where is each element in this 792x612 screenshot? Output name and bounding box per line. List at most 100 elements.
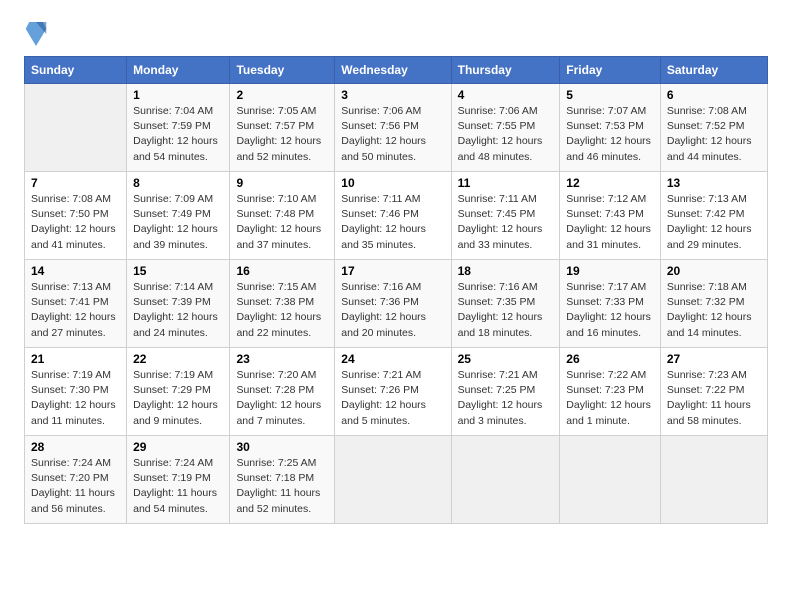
calendar-cell: 18 Sunrise: 7:16 AM Sunset: 7:35 PM Dayl… — [451, 260, 560, 348]
cell-info: Sunrise: 7:14 AM Sunset: 7:39 PM Dayligh… — [133, 280, 223, 341]
sunset-text: Sunset: 7:43 PM — [566, 207, 654, 222]
calendar-cell: 8 Sunrise: 7:09 AM Sunset: 7:49 PM Dayli… — [127, 172, 230, 260]
day-number: 27 — [667, 352, 761, 366]
daylight-text: Daylight: 12 hours and 3 minutes. — [458, 398, 554, 428]
cell-info: Sunrise: 7:22 AM Sunset: 7:23 PM Dayligh… — [566, 368, 654, 429]
daylight-text: Daylight: 12 hours and 14 minutes. — [667, 310, 761, 340]
cell-info: Sunrise: 7:15 AM Sunset: 7:38 PM Dayligh… — [236, 280, 328, 341]
daylight-text: Daylight: 11 hours and 52 minutes. — [236, 486, 328, 516]
calendar-cell: 19 Sunrise: 7:17 AM Sunset: 7:33 PM Dayl… — [560, 260, 661, 348]
day-number: 9 — [236, 176, 328, 190]
daylight-text: Daylight: 12 hours and 7 minutes. — [236, 398, 328, 428]
sunrise-text: Sunrise: 7:18 AM — [667, 280, 761, 295]
calendar-cell: 3 Sunrise: 7:06 AM Sunset: 7:56 PM Dayli… — [335, 84, 451, 172]
sunset-text: Sunset: 7:20 PM — [31, 471, 120, 486]
sunset-text: Sunset: 7:42 PM — [667, 207, 761, 222]
daylight-text: Daylight: 12 hours and 22 minutes. — [236, 310, 328, 340]
calendar-cell: 7 Sunrise: 7:08 AM Sunset: 7:50 PM Dayli… — [25, 172, 127, 260]
calendar-cell: 17 Sunrise: 7:16 AM Sunset: 7:36 PM Dayl… — [335, 260, 451, 348]
sunset-text: Sunset: 7:29 PM — [133, 383, 223, 398]
sunset-text: Sunset: 7:26 PM — [341, 383, 444, 398]
sunrise-text: Sunrise: 7:08 AM — [31, 192, 120, 207]
day-number: 4 — [458, 88, 554, 102]
daylight-text: Daylight: 12 hours and 39 minutes. — [133, 222, 223, 252]
sunrise-text: Sunrise: 7:21 AM — [341, 368, 444, 383]
calendar-week-row: 21 Sunrise: 7:19 AM Sunset: 7:30 PM Dayl… — [25, 348, 768, 436]
day-number: 25 — [458, 352, 554, 366]
sunset-text: Sunset: 7:48 PM — [236, 207, 328, 222]
cell-info: Sunrise: 7:23 AM Sunset: 7:22 PM Dayligh… — [667, 368, 761, 429]
daylight-text: Daylight: 12 hours and 11 minutes. — [31, 398, 120, 428]
day-number: 21 — [31, 352, 120, 366]
day-number: 26 — [566, 352, 654, 366]
sunrise-text: Sunrise: 7:13 AM — [31, 280, 120, 295]
calendar-cell — [451, 436, 560, 524]
calendar-cell: 12 Sunrise: 7:12 AM Sunset: 7:43 PM Dayl… — [560, 172, 661, 260]
day-number: 17 — [341, 264, 444, 278]
day-number: 22 — [133, 352, 223, 366]
sunrise-text: Sunrise: 7:14 AM — [133, 280, 223, 295]
day-number: 1 — [133, 88, 223, 102]
sunrise-text: Sunrise: 7:10 AM — [236, 192, 328, 207]
sunrise-text: Sunrise: 7:06 AM — [458, 104, 554, 119]
calendar-cell: 13 Sunrise: 7:13 AM Sunset: 7:42 PM Dayl… — [660, 172, 767, 260]
calendar-header-tuesday: Tuesday — [230, 57, 335, 84]
day-number: 16 — [236, 264, 328, 278]
cell-info: Sunrise: 7:13 AM Sunset: 7:41 PM Dayligh… — [31, 280, 120, 341]
day-number: 15 — [133, 264, 223, 278]
calendar-cell — [25, 84, 127, 172]
logo-icon — [24, 20, 48, 48]
calendar-cell: 22 Sunrise: 7:19 AM Sunset: 7:29 PM Dayl… — [127, 348, 230, 436]
calendar-cell: 4 Sunrise: 7:06 AM Sunset: 7:55 PM Dayli… — [451, 84, 560, 172]
cell-info: Sunrise: 7:18 AM Sunset: 7:32 PM Dayligh… — [667, 280, 761, 341]
cell-info: Sunrise: 7:06 AM Sunset: 7:56 PM Dayligh… — [341, 104, 444, 165]
sunrise-text: Sunrise: 7:17 AM — [566, 280, 654, 295]
cell-info: Sunrise: 7:21 AM Sunset: 7:25 PM Dayligh… — [458, 368, 554, 429]
day-number: 8 — [133, 176, 223, 190]
sunrise-text: Sunrise: 7:25 AM — [236, 456, 328, 471]
sunset-text: Sunset: 7:45 PM — [458, 207, 554, 222]
calendar-cell: 21 Sunrise: 7:19 AM Sunset: 7:30 PM Dayl… — [25, 348, 127, 436]
sunset-text: Sunset: 7:57 PM — [236, 119, 328, 134]
calendar-cell: 9 Sunrise: 7:10 AM Sunset: 7:48 PM Dayli… — [230, 172, 335, 260]
calendar-header-friday: Friday — [560, 57, 661, 84]
calendar-cell — [560, 436, 661, 524]
day-number: 28 — [31, 440, 120, 454]
daylight-text: Daylight: 12 hours and 18 minutes. — [458, 310, 554, 340]
sunrise-text: Sunrise: 7:19 AM — [31, 368, 120, 383]
calendar-cell: 6 Sunrise: 7:08 AM Sunset: 7:52 PM Dayli… — [660, 84, 767, 172]
sunset-text: Sunset: 7:33 PM — [566, 295, 654, 310]
sunrise-text: Sunrise: 7:19 AM — [133, 368, 223, 383]
calendar-week-row: 1 Sunrise: 7:04 AM Sunset: 7:59 PM Dayli… — [25, 84, 768, 172]
day-number: 12 — [566, 176, 654, 190]
calendar-cell: 30 Sunrise: 7:25 AM Sunset: 7:18 PM Dayl… — [230, 436, 335, 524]
daylight-text: Daylight: 12 hours and 1 minute. — [566, 398, 654, 428]
sunrise-text: Sunrise: 7:04 AM — [133, 104, 223, 119]
daylight-text: Daylight: 12 hours and 48 minutes. — [458, 134, 554, 164]
sunrise-text: Sunrise: 7:24 AM — [133, 456, 223, 471]
day-number: 24 — [341, 352, 444, 366]
daylight-text: Daylight: 12 hours and 31 minutes. — [566, 222, 654, 252]
calendar-cell: 14 Sunrise: 7:13 AM Sunset: 7:41 PM Dayl… — [25, 260, 127, 348]
sunrise-text: Sunrise: 7:11 AM — [341, 192, 444, 207]
cell-info: Sunrise: 7:11 AM Sunset: 7:45 PM Dayligh… — [458, 192, 554, 253]
cell-info: Sunrise: 7:25 AM Sunset: 7:18 PM Dayligh… — [236, 456, 328, 517]
sunrise-text: Sunrise: 7:20 AM — [236, 368, 328, 383]
sunset-text: Sunset: 7:39 PM — [133, 295, 223, 310]
sunrise-text: Sunrise: 7:16 AM — [341, 280, 444, 295]
sunrise-text: Sunrise: 7:13 AM — [667, 192, 761, 207]
cell-info: Sunrise: 7:20 AM Sunset: 7:28 PM Dayligh… — [236, 368, 328, 429]
daylight-text: Daylight: 12 hours and 37 minutes. — [236, 222, 328, 252]
daylight-text: Daylight: 12 hours and 29 minutes. — [667, 222, 761, 252]
cell-info: Sunrise: 7:10 AM Sunset: 7:48 PM Dayligh… — [236, 192, 328, 253]
sunset-text: Sunset: 7:18 PM — [236, 471, 328, 486]
day-number: 5 — [566, 88, 654, 102]
calendar-header-row: SundayMondayTuesdayWednesdayThursdayFrid… — [25, 57, 768, 84]
cell-info: Sunrise: 7:13 AM Sunset: 7:42 PM Dayligh… — [667, 192, 761, 253]
logo — [24, 20, 52, 48]
calendar-cell — [660, 436, 767, 524]
daylight-text: Daylight: 11 hours and 58 minutes. — [667, 398, 761, 428]
sunrise-text: Sunrise: 7:05 AM — [236, 104, 328, 119]
daylight-text: Daylight: 12 hours and 24 minutes. — [133, 310, 223, 340]
day-number: 6 — [667, 88, 761, 102]
